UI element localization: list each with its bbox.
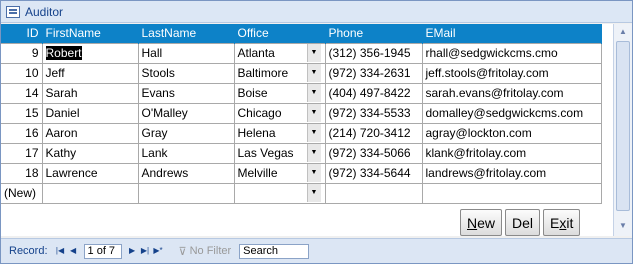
- dropdown-arrow-icon[interactable]: ▼: [306, 164, 321, 182]
- cell-lastname[interactable]: Lank: [137, 142, 235, 164]
- new-button[interactable]: New: [460, 209, 503, 236]
- cell-lastname[interactable]: Evans: [137, 82, 235, 104]
- cell-lastname[interactable]: Gray: [137, 122, 235, 144]
- cell-office-combo[interactable]: Helena ▼: [233, 122, 326, 144]
- datasheet: ID FirstName LastName Office Phone EMail…: [1, 24, 613, 236]
- record-navigation-bar: Record: |◀ ◀ 1 of 7 ▶ ▶| ▶* ⊽ No Filter …: [1, 238, 632, 263]
- cell-lastname-new[interactable]: [137, 182, 235, 204]
- new-record-icon[interactable]: ▶*: [152, 244, 165, 258]
- column-header-lastname[interactable]: LastName: [138, 24, 235, 43]
- cell-id-new[interactable]: (New): [1, 182, 43, 204]
- cell-firstname[interactable]: Robert: [41, 42, 139, 64]
- no-filter-indicator[interactable]: ⊽ No Filter: [179, 245, 232, 258]
- cell-office-combo[interactable]: Chicago ▼: [233, 102, 326, 124]
- cell-phone[interactable]: (214) 720-3412: [324, 122, 423, 144]
- cell-office-combo[interactable]: Melville ▼: [233, 162, 326, 184]
- column-header-phone[interactable]: Phone: [325, 24, 423, 43]
- column-header-email[interactable]: EMail: [422, 24, 602, 43]
- new-record-row[interactable]: (New) ▼: [1, 182, 602, 204]
- column-header-id[interactable]: ID: [1, 24, 43, 43]
- cell-phone-new[interactable]: [324, 182, 423, 204]
- cell-lastname[interactable]: O'Malley: [137, 102, 235, 124]
- dropdown-arrow-icon[interactable]: ▼: [306, 84, 321, 102]
- cell-firstname[interactable]: Kathy: [41, 142, 139, 164]
- dropdown-arrow-icon[interactable]: ▼: [306, 104, 321, 122]
- cell-office-combo[interactable]: Boise ▼: [233, 82, 326, 104]
- table-row[interactable]: 18 Lawrence Andrews Melville ▼ (972) 334-5644…: [1, 162, 602, 184]
- header-row: ID FirstName LastName Office Phone EMail: [1, 24, 602, 43]
- cell-email[interactable]: klank@fritolay.com: [421, 142, 602, 164]
- cell-firstname-new[interactable]: [41, 182, 139, 204]
- vertical-scrollbar[interactable]: ▲ ▼: [613, 24, 632, 236]
- cell-lastname[interactable]: Andrews: [137, 162, 235, 184]
- exit-button[interactable]: Ex it: [543, 209, 581, 236]
- cell-firstname[interactable]: Daniel: [41, 102, 139, 124]
- auditor-form-window: Auditor ID FirstName LastName Office Pho…: [0, 0, 633, 264]
- cell-id[interactable]: 9: [1, 42, 43, 64]
- last-record-icon[interactable]: ▶|: [139, 244, 152, 258]
- cell-phone[interactable]: (972) 334-5533: [324, 102, 423, 124]
- cell-office-combo[interactable]: Las Vegas ▼: [233, 142, 326, 164]
- cell-email[interactable]: rhall@sedgwickcms.cmo: [421, 42, 602, 64]
- cell-email[interactable]: agray@lockton.com: [421, 122, 602, 144]
- table-row[interactable]: 9 Robert Hall Atlanta ▼ (312) 356-1945 rhall@s…: [1, 42, 602, 64]
- cell-office-new[interactable]: ▼: [233, 182, 326, 204]
- table-row[interactable]: 10 Jeff Stools Baltimore ▼ (972) 334-2631 jeff…: [1, 62, 602, 84]
- dropdown-arrow-icon[interactable]: ▼: [306, 144, 321, 162]
- scroll-thumb[interactable]: [616, 41, 630, 211]
- cell-office-combo[interactable]: Baltimore ▼: [233, 62, 326, 84]
- cell-email[interactable]: sarah.evans@fritolay.com: [421, 82, 602, 104]
- table-row[interactable]: 17 Kathy Lank Las Vegas ▼ (972) 334-5066 klank…: [1, 142, 602, 164]
- auditor-table: ID FirstName LastName Office Phone EMail…: [1, 24, 602, 204]
- cell-id[interactable]: 16: [1, 122, 43, 144]
- cell-email-new[interactable]: [421, 182, 602, 204]
- table-row[interactable]: 14 Sarah Evans Boise ▼ (404) 497-8422 sarah.ev…: [1, 82, 602, 104]
- cell-lastname[interactable]: Hall: [137, 42, 235, 64]
- cell-phone[interactable]: (972) 334-5644: [324, 162, 423, 184]
- form-icon: [6, 5, 20, 18]
- scroll-down-icon[interactable]: ▼: [616, 220, 630, 232]
- table-row[interactable]: 16 Aaron Gray Helena ▼ (214) 720-3412 agray@lo…: [1, 122, 602, 144]
- dropdown-arrow-icon[interactable]: ▼: [306, 44, 321, 62]
- title-bar: Auditor: [1, 1, 632, 23]
- next-record-icon[interactable]: ▶: [126, 244, 139, 258]
- cell-id[interactable]: 15: [1, 102, 43, 124]
- cell-phone[interactable]: (312) 356-1945: [324, 42, 423, 64]
- dropdown-arrow-icon[interactable]: ▼: [306, 184, 321, 202]
- cell-lastname[interactable]: Stools: [137, 62, 235, 84]
- cell-firstname[interactable]: Lawrence: [41, 162, 139, 184]
- search-input[interactable]: Search: [239, 243, 310, 259]
- record-label: Record:: [9, 245, 48, 257]
- cell-firstname[interactable]: Jeff: [41, 62, 139, 84]
- cell-firstname[interactable]: Sarah: [41, 82, 139, 104]
- cell-id[interactable]: 18: [1, 162, 43, 184]
- cell-id[interactable]: 14: [1, 82, 43, 104]
- scroll-up-icon[interactable]: ▲: [616, 26, 630, 38]
- cell-id[interactable]: 10: [1, 62, 43, 84]
- cell-id[interactable]: 17: [1, 142, 43, 164]
- action-buttons: New Del Ex it: [460, 209, 581, 236]
- cell-email[interactable]: landrews@fritolay.com: [421, 162, 602, 184]
- cell-office-combo[interactable]: Atlanta ▼: [233, 42, 326, 64]
- dropdown-arrow-icon[interactable]: ▼: [306, 124, 321, 142]
- column-header-office[interactable]: Office: [234, 24, 326, 43]
- filter-icon: ⊽: [178, 245, 187, 258]
- cell-firstname[interactable]: Aaron: [41, 122, 139, 144]
- current-record-field[interactable]: 1 of 7: [83, 243, 122, 259]
- first-record-icon[interactable]: |◀: [54, 244, 67, 258]
- dropdown-arrow-icon[interactable]: ▼: [306, 64, 321, 82]
- cell-phone[interactable]: (404) 497-8422: [324, 82, 423, 104]
- cell-email[interactable]: jeff.stools@fritolay.com: [421, 62, 602, 84]
- cell-email[interactable]: domalley@sedgwickcms.com: [421, 102, 602, 124]
- previous-record-icon[interactable]: ◀: [67, 244, 80, 258]
- window-title: Auditor: [25, 4, 64, 19]
- column-header-firstname[interactable]: FirstName: [42, 24, 139, 43]
- delete-button[interactable]: Del: [505, 209, 541, 236]
- table-row[interactable]: 15 Daniel O'Malley Chicago ▼ (972) 334-5533 do…: [1, 102, 602, 124]
- cell-phone[interactable]: (972) 334-2631: [324, 62, 423, 84]
- cell-phone[interactable]: (972) 334-5066: [324, 142, 423, 164]
